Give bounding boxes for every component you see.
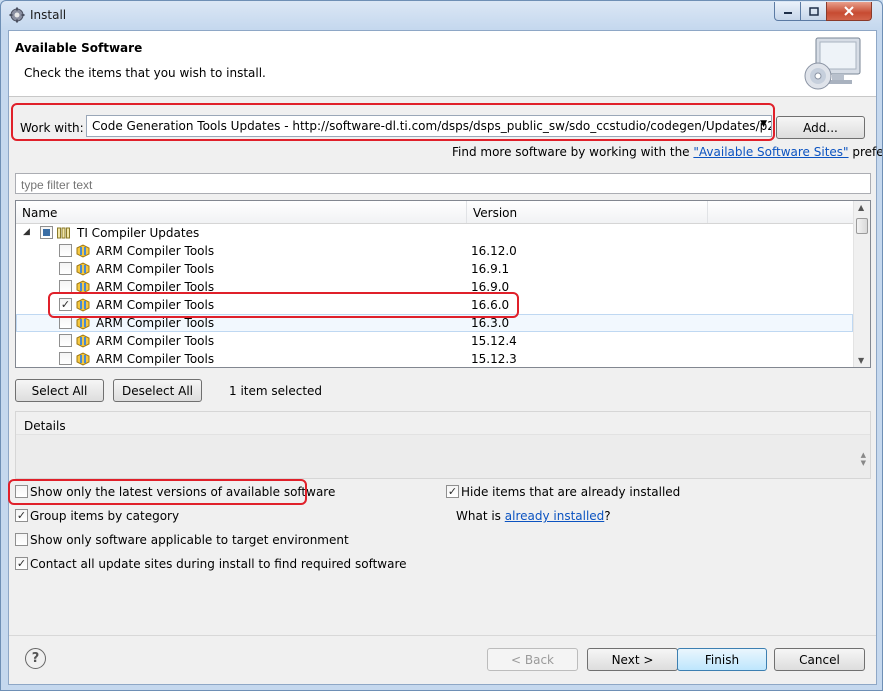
contact-sites-checkbox[interactable]: ✓ [15, 557, 28, 570]
highlight-work-with [11, 103, 775, 141]
item-checkbox[interactable] [59, 352, 72, 365]
details-label: Details [24, 419, 66, 433]
item-name: ARM Compiler Tools [96, 244, 215, 258]
maximize-icon [808, 6, 819, 16]
finish-button[interactable]: Finish [677, 648, 767, 671]
page-subtitle: Check the items that you wish to install… [24, 66, 266, 80]
maximize-button[interactable] [800, 2, 827, 21]
select-all-button[interactable]: Select All [15, 379, 104, 402]
item-version: 16.9.1 [471, 262, 510, 276]
already-installed-link[interactable]: already installed [505, 509, 605, 523]
available-software-sites-link[interactable]: "Available Software Sites" [693, 145, 848, 159]
details-scroll-icon[interactable]: ▲ ▼ [861, 451, 866, 467]
title-bar[interactable]: Install [1, 1, 882, 29]
item-version: 15.12.4 [471, 334, 517, 348]
item-checkbox[interactable] [59, 244, 72, 257]
highlight-latest-versions [8, 479, 307, 505]
window-title: Install [30, 8, 67, 22]
scroll-up-icon[interactable]: ▲ [858, 203, 864, 212]
minimize-icon [783, 12, 792, 14]
category-icon [57, 227, 70, 239]
item-checkbox[interactable] [59, 262, 72, 275]
help-icon[interactable]: ? [25, 648, 46, 669]
more-software-suffix: preferences. [852, 145, 883, 159]
category-label: TI Compiler Updates [77, 226, 200, 240]
next-button[interactable]: Next > [587, 648, 678, 671]
details-panel: Details ▲ ▼ [15, 411, 871, 479]
expand-arrow-icon[interactable]: ◢ [23, 227, 30, 237]
footer-separator [9, 635, 876, 636]
column-header-version[interactable]: Version [467, 201, 708, 223]
tree-scrollbar[interactable]: ▲ ▼ [853, 201, 870, 367]
item-name: ARM Compiler Tools [96, 352, 215, 366]
software-tree[interactable]: Name Version ◢ TI Compiler Updates ARM C… [15, 200, 871, 368]
item-name: ARM Compiler Tools [96, 316, 215, 330]
item-version: 16.12.0 [471, 244, 517, 258]
feature-plugin-icon [76, 244, 90, 258]
feature-plugin-icon [76, 334, 90, 348]
install-window: Install Available Software Check the ite… [0, 0, 883, 691]
what-is-suffix: ? [604, 509, 611, 523]
feature-plugin-icon [76, 262, 90, 276]
dialog-banner: Available Software Check the items that … [9, 31, 876, 97]
filter-input[interactable] [15, 173, 871, 194]
item-version: 15.12.3 [471, 352, 517, 366]
tree-row[interactable]: ARM Compiler Tools 16.9.1 [16, 260, 853, 278]
add-site-button[interactable]: Add... [776, 116, 865, 139]
hide-installed-checkbox[interactable]: ✓ [446, 485, 459, 498]
item-name: ARM Compiler Tools [96, 334, 215, 348]
hide-installed-label: Hide items that are already installed [461, 485, 681, 499]
scroll-down-icon[interactable]: ▼ [858, 356, 864, 365]
minimize-button[interactable] [774, 2, 801, 21]
close-button[interactable] [826, 2, 872, 21]
target-environment-checkbox[interactable] [15, 533, 28, 546]
what-is-prefix: What is [456, 509, 505, 523]
item-version: 16.3.0 [471, 316, 510, 330]
item-checkbox[interactable] [59, 334, 72, 347]
selection-status: 1 item selected [229, 384, 323, 398]
scroll-thumb[interactable] [856, 218, 868, 234]
group-category-checkbox[interactable]: ✓ [15, 509, 28, 522]
details-content[interactable]: ▲ ▼ [16, 434, 870, 478]
feature-plugin-icon [76, 352, 90, 366]
more-software-text: Find more software by working with the "… [452, 145, 883, 159]
back-button[interactable]: < Back [487, 648, 578, 671]
more-software-prefix: Find more software by working with the [452, 145, 694, 159]
tree-category-row[interactable]: ◢ TI Compiler Updates [16, 224, 853, 242]
target-environment-label: Show only software applicable to target … [30, 533, 349, 547]
deselect-all-button[interactable]: Deselect All [113, 379, 202, 402]
tree-row[interactable]: ARM Compiler Tools 16.12.0 [16, 242, 853, 260]
cancel-button[interactable]: Cancel [774, 648, 865, 671]
column-header-name[interactable]: Name [16, 201, 467, 223]
close-icon [844, 6, 854, 16]
tree-header: Name Version [16, 201, 853, 224]
install-monitor-icon [804, 37, 861, 90]
group-category-label: Group items by category [30, 509, 180, 523]
highlight-selected-item [48, 292, 519, 318]
category-checkbox[interactable] [40, 226, 53, 239]
what-is-installed-text: What is already installed? [456, 509, 611, 523]
contact-sites-label: Contact all update sites during install … [30, 557, 407, 571]
tree-row[interactable]: ARM Compiler Tools 15.12.3 [16, 350, 853, 367]
page-title: Available Software [15, 41, 143, 55]
tree-row[interactable]: ARM Compiler Tools 15.12.4 [16, 332, 853, 350]
eclipse-gear-icon [9, 7, 25, 23]
item-name: ARM Compiler Tools [96, 262, 215, 276]
